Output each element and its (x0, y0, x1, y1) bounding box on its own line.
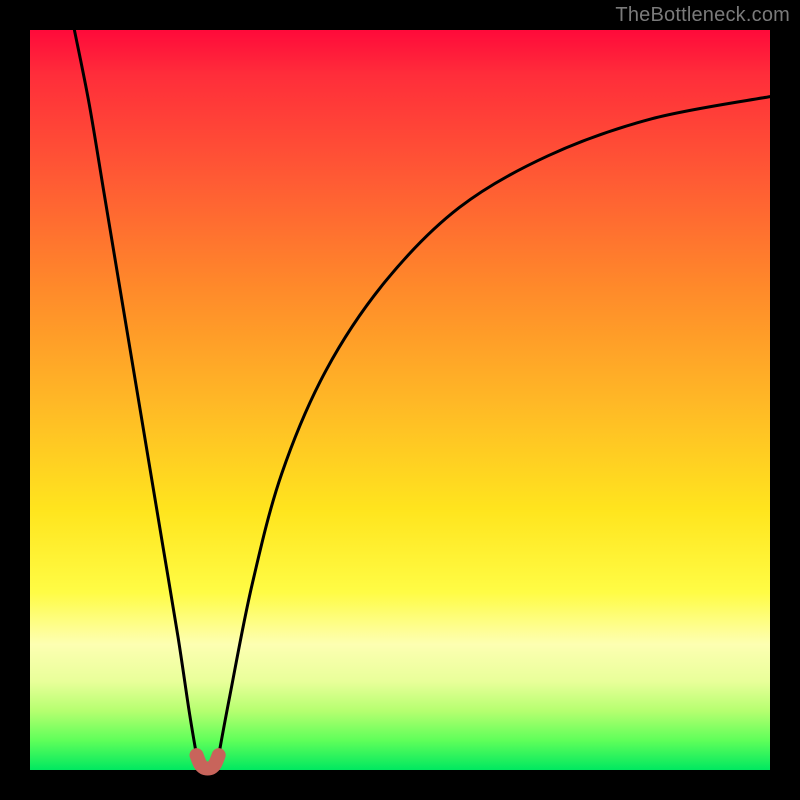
bottleneck-curve (30, 30, 770, 770)
chart-frame: TheBottleneck.com (0, 0, 800, 800)
curve-minimum-arc (197, 755, 219, 768)
watermark-text: TheBottleneck.com (615, 4, 790, 27)
plot-area (30, 30, 770, 770)
curve-right-branch (219, 97, 770, 756)
curve-left-branch (74, 30, 196, 755)
